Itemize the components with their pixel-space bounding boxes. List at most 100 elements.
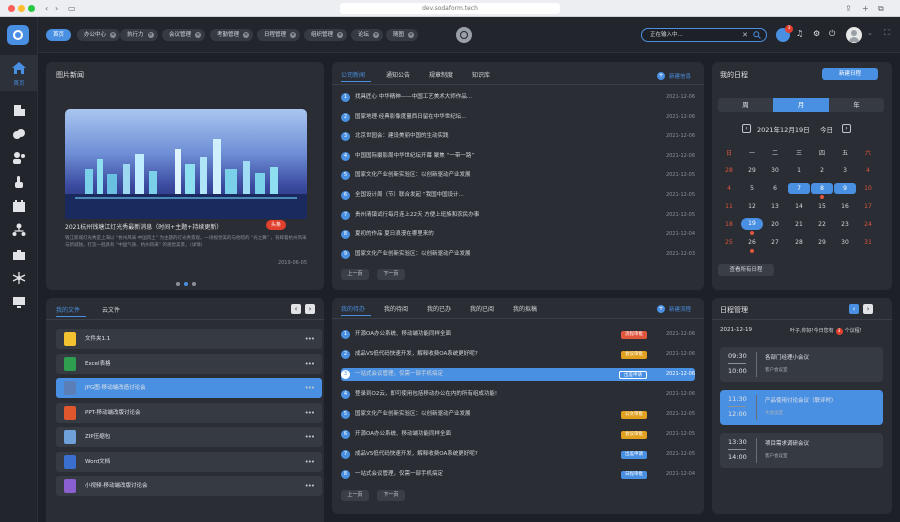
tab-todo[interactable]: 我的已阅 (470, 304, 494, 313)
prev-month-icon[interactable]: ‹ (742, 124, 751, 133)
calendar-day[interactable]: 9 (834, 183, 856, 194)
calendar-day[interactable]: 11 (718, 203, 740, 210)
calendar-day[interactable]: 4 (718, 185, 740, 192)
calendar-day[interactable]: 25 (718, 239, 740, 246)
calendar-day[interactable]: 3 (834, 167, 856, 174)
new-process-button[interactable]: 新建流程 (669, 305, 691, 313)
calendar-day[interactable]: 5 (741, 185, 763, 192)
event-card[interactable]: 09:30 10:00 各部门经理小会议 客户会议室 (720, 347, 883, 382)
next-month-icon[interactable]: › (842, 124, 851, 133)
tabs-overview-icon[interactable]: ⧉ (878, 3, 884, 14)
list-item[interactable]: 8 夏初的作品 夏日浪漫在哪里来的 2021-12-04 (341, 228, 695, 241)
tab-home[interactable]: 首页 (46, 29, 72, 41)
more-options-icon[interactable]: ••• (305, 452, 315, 472)
tab-item[interactable]: 组织管理 ✕ (304, 29, 348, 41)
calendar-day[interactable]: 21 (788, 221, 810, 228)
tab-item[interactable]: 会议管理 ✕ (162, 29, 206, 41)
list-item[interactable]: 8 一站式会议管理，仅需一部手机搞定 日程审批 2021-12-04 (341, 468, 695, 481)
calendar-day[interactable]: 20 (764, 221, 786, 228)
tab-todo[interactable]: 我的已办 (427, 304, 451, 313)
calendar-day[interactable]: 30 (764, 167, 786, 174)
prev-page-button[interactable]: 上一页 (341, 490, 369, 501)
item-title[interactable]: 开源OA办公系统、移动端功能同样全面 (355, 328, 451, 341)
tab-todo[interactable]: 我的待办 (341, 304, 365, 313)
people-icon[interactable] (12, 151, 26, 165)
tab-item[interactable]: 随图 ✕ (386, 29, 419, 41)
view-month[interactable]: 月 (773, 98, 829, 112)
search-box[interactable]: 正在输入中... ✕ (641, 28, 767, 42)
maximize-window-icon[interactable] (28, 5, 35, 12)
carousel-dot[interactable] (192, 282, 196, 286)
file-row[interactable]: 小视频-移动端改版讨论会 ••• (56, 476, 322, 496)
calendar-day[interactable]: 28 (718, 167, 740, 174)
list-item[interactable]: 2 国家地理·经典影像度量西日留在中华世纪坛... 2021-12-06 (341, 111, 695, 124)
monitor-icon[interactable] (12, 295, 26, 309)
calendar-day[interactable]: 1 (788, 167, 810, 174)
list-item[interactable]: 9 国家文化产业创新实验区：以创新驱动产业发展 2021-12-03 (341, 248, 695, 261)
prev-icon[interactable]: ‹ (849, 304, 859, 314)
item-title[interactable]: 全国设计周（节）联合发起 “我国中国设计... (355, 189, 464, 202)
add-icon[interactable]: + (657, 72, 665, 80)
new-schedule-button[interactable]: 新建日程 (822, 68, 878, 80)
calendar-day[interactable]: 10 (857, 185, 879, 192)
more-options-icon[interactable]: ••• (305, 329, 315, 349)
item-title[interactable]: 成品VS低代码快速开发，解释收费OA系统更好呢? (355, 448, 478, 461)
item-title[interactable]: 一站式会议管理，仅需一部手机搞定 (355, 368, 443, 381)
close-tab-icon[interactable]: ✕ (337, 32, 344, 38)
news-image[interactable] (65, 109, 307, 219)
calendar-day[interactable]: 28 (788, 239, 810, 246)
list-item[interactable]: 4 中国国际摄影周中华世纪坛开幕 聚焦 “一带一路” 2021-12-06 (341, 150, 695, 163)
back-icon[interactable]: ‹ (45, 3, 48, 14)
item-title[interactable]: 国家文化产业创新实验区：以创新驱动产业发展 (355, 408, 471, 421)
carousel-dot[interactable] (176, 282, 180, 286)
calendar-day[interactable]: 23 (834, 221, 856, 228)
tab-my-files[interactable]: 我的文件 (56, 305, 80, 314)
list-item[interactable]: 2 成品VS低代码快速开发，解释收费OA系统更好呢? 会议审批 2021-12-06 (341, 348, 695, 361)
close-tab-icon[interactable]: ✕ (195, 32, 202, 38)
calendar-day[interactable]: 4 (857, 167, 879, 174)
close-tab-icon[interactable]: ✕ (147, 32, 154, 38)
item-title[interactable]: 贵州清镇试行每月连上22天 方便上班族和农民办事 (355, 209, 479, 222)
file-row[interactable]: PPT-移动端改版讨论会 ••• (56, 402, 322, 423)
next-page-button[interactable]: 下一页 (377, 269, 405, 280)
item-title[interactable]: 一站式会议管理，仅需一部手机搞定 (355, 468, 443, 481)
view-all-schedules-button[interactable]: 查看所有日程 (718, 264, 774, 276)
calendar-day[interactable]: 7 (788, 183, 810, 194)
view-week[interactable]: 周 (718, 98, 773, 112)
prev-page-button[interactable]: 上一页 (341, 269, 369, 280)
calendar-day[interactable]: 14 (788, 203, 810, 210)
item-title[interactable]: 登录到O2云，即可使用包括移动办公在内的所有组成功能! (355, 388, 497, 401)
calendar-day[interactable]: 13 (764, 203, 786, 210)
search-icon[interactable] (753, 31, 761, 39)
item-title[interactable]: 夏初的作品 夏日浪漫在哪里来的 (355, 228, 434, 241)
add-icon[interactable]: + (657, 305, 665, 313)
more-options-icon[interactable]: ••• (305, 476, 315, 496)
list-item[interactable]: 1 开源OA办公系统、移动端功能同样全面 流程审批 2021-12-06 (341, 328, 695, 341)
next-page-button[interactable]: 下一页 (377, 490, 405, 501)
settings-icon[interactable]: ⚙ (813, 29, 820, 38)
close-tab-icon[interactable]: ✕ (373, 32, 380, 38)
file-row[interactable]: Excel表格 ••• (56, 353, 322, 374)
new-info-button[interactable]: 新建信息 (669, 72, 691, 80)
close-tab-icon[interactable]: ✕ (110, 32, 117, 38)
tab-item[interactable]: 办公中心 ✕ (77, 29, 121, 41)
item-title[interactable]: 中国国际摄影周中华世纪坛开幕 聚焦 “一带一路” (355, 150, 474, 163)
list-item[interactable]: 6 开源OA办公系统、移动端功能同样全面 会议审批 2021-12-05 (341, 428, 695, 441)
minimize-window-icon[interactable] (18, 5, 25, 12)
tab-item[interactable]: 日程管理 ✕ (257, 29, 301, 41)
list-item[interactable]: 5 国家文化产业创新实验区：以创新驱动产业发展 公文审批 2021-12-05 (341, 408, 695, 421)
file-row[interactable]: ZIP压缩包 ••• (56, 427, 322, 447)
calendar-day[interactable]: 31 (857, 239, 879, 246)
cloud-icon[interactable] (12, 127, 26, 141)
item-title[interactable]: 国家地理·经典影像度量西日留在中华世纪坛... (355, 111, 467, 124)
chevron-down-icon[interactable]: ⌄ (867, 29, 873, 37)
list-item[interactable]: 7 成品VS低代码快速开发，解释收费OA系统更好呢? 出差申请 2021-12-05 (341, 448, 695, 461)
calendar-day[interactable]: 29 (811, 239, 833, 246)
calendar-day[interactable]: 27 (764, 239, 786, 246)
list-item[interactable]: 6 全国设计周（节）联合发起 “我国中国设计... 2021-12-05 (341, 189, 695, 202)
calendar-day[interactable]: 16 (834, 203, 856, 210)
refresh-icon[interactable] (456, 27, 472, 43)
news-headline[interactable]: 2021杭州钱塘江灯光秀最新消息（时间+主题+持续更新） (65, 222, 222, 231)
file-row[interactable]: 文件夹1.1 ••• (56, 329, 322, 349)
tab-announcement[interactable]: 通知公告 (386, 70, 410, 79)
